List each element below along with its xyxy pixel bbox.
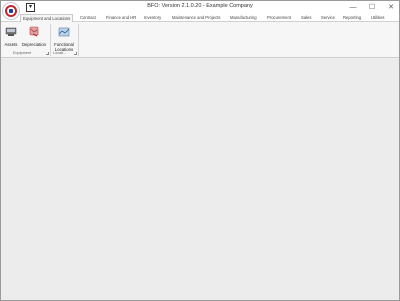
title-bar: ▾ BFO: Version 2.1.0.20 - Example Compan…: [1, 1, 399, 14]
locations-group-launcher-icon[interactable]: [74, 52, 77, 55]
tab-contract[interactable]: Contract: [78, 14, 98, 22]
group-separator: [50, 24, 51, 56]
functional-locations-icon: [58, 27, 70, 37]
assets-button[interactable]: Assets: [3, 24, 19, 47]
equipment-group-launcher-icon[interactable]: [46, 52, 49, 55]
main-workspace: [1, 59, 399, 300]
assets-icon: [5, 27, 17, 36]
tab-sales[interactable]: Sales: [299, 14, 313, 22]
tab-inventory[interactable]: Inventory: [142, 14, 163, 22]
tab-maintenance-and-projects[interactable]: Maintenance and Projects: [170, 14, 222, 22]
minimize-button[interactable]: —: [344, 1, 362, 14]
tab-utilities[interactable]: Utilities: [369, 14, 387, 22]
group-separator: [78, 24, 79, 56]
depreciation-icon: [29, 26, 39, 37]
close-button[interactable]: ✕: [382, 1, 400, 14]
equipment-group-label: Equipment: [13, 51, 32, 55]
ribbon-tab-bar: Equipment and Locations Contract Finance…: [1, 14, 399, 23]
tab-finance-and-hr[interactable]: Finance and HR: [104, 14, 138, 22]
functional-locations-button[interactable]: Functional Locations: [52, 24, 76, 52]
tab-procurement[interactable]: Procurement: [265, 14, 293, 22]
tab-service[interactable]: Service: [319, 14, 337, 22]
assets-label: Assets: [4, 42, 18, 47]
depreciation-button[interactable]: Depreciation: [21, 24, 47, 47]
tab-manufacturing[interactable]: Manufacturing: [228, 14, 259, 22]
app-window: ▾ BFO: Version 2.1.0.20 - Example Compan…: [0, 0, 400, 301]
app-logo-icon[interactable]: [2, 2, 20, 20]
locations-group-label: Locati...: [53, 51, 67, 55]
ribbon-panel: Assets Depreciation Equipment Functional…: [1, 22, 399, 58]
window-title: BFO: Version 2.1.0.20 - Example Company: [147, 3, 253, 9]
depreciation-label: Depreciation: [21, 42, 47, 47]
maximize-button[interactable]: ☐: [363, 1, 381, 14]
tab-reporting[interactable]: Reporting: [341, 14, 363, 22]
